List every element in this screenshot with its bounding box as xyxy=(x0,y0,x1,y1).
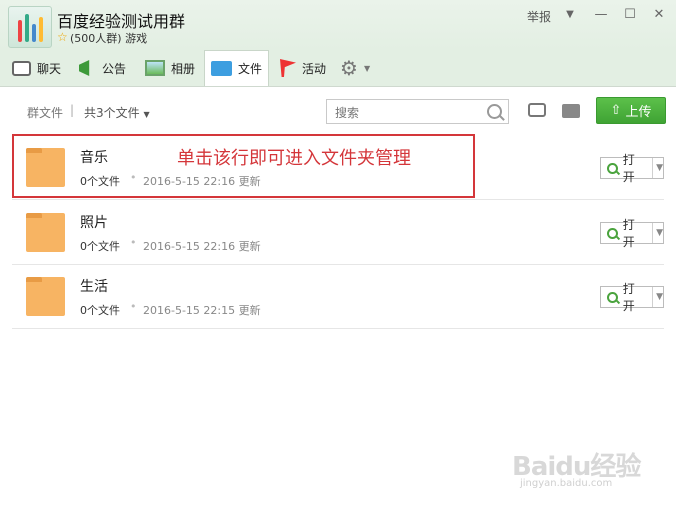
dot-separator: • xyxy=(130,236,137,249)
tab-announcement[interactable]: 公告 xyxy=(79,50,126,86)
chevron-down-icon: ▼ xyxy=(143,110,150,119)
star-icon: ☆ xyxy=(57,30,68,44)
file-count-dropdown[interactable]: 共3个文件 ▼ xyxy=(84,104,150,121)
folder-icon xyxy=(26,277,65,316)
divider xyxy=(652,287,654,307)
report-button[interactable]: 举报 xyxy=(527,8,551,25)
open-button[interactable]: 打开 ▼ xyxy=(600,153,664,184)
annotation-text: 单击该行即可进入文件夹管理 xyxy=(177,148,411,169)
close-icon[interactable]: ✕ xyxy=(650,6,668,24)
file-count: 0个文件 xyxy=(80,240,120,253)
search-input[interactable] xyxy=(333,101,477,125)
tab-chat[interactable]: 聊天 xyxy=(12,50,61,86)
group-avatar[interactable] xyxy=(8,6,52,48)
group-subtitle: (500人群) 游戏 xyxy=(70,32,148,45)
search-icon xyxy=(607,227,618,239)
tab-activity-label: 活动 xyxy=(302,61,327,76)
flag-icon xyxy=(280,59,296,77)
open-label: 打开 xyxy=(622,282,635,313)
breadcrumb-separator: | xyxy=(70,103,75,117)
tab-bar: 聊天 公告 相册 文件 活动 ⚙ ▼ xyxy=(0,50,676,87)
settings-menu[interactable]: ⚙ ▼ xyxy=(340,50,370,86)
gear-icon: ⚙ xyxy=(340,56,358,80)
open-button[interactable]: 打开 ▼ xyxy=(600,218,664,249)
file-date: 2016-5-15 22:15 更新 xyxy=(143,304,261,317)
search-icon[interactable] xyxy=(487,104,502,119)
maximize-icon[interactable]: ☐ xyxy=(621,6,639,24)
transfer-manager-icon[interactable] xyxy=(528,103,546,117)
menu-chevron-icon[interactable]: ▼ xyxy=(561,6,579,24)
file-date: 2016-5-15 22:16 更新 xyxy=(143,240,261,253)
folder-tab-icon xyxy=(211,61,232,76)
chevron-down-icon[interactable]: ▼ xyxy=(656,228,663,238)
photo-icon xyxy=(145,60,165,76)
minimize-icon[interactable]: — xyxy=(592,6,610,24)
open-label: 打开 xyxy=(622,153,635,184)
tab-files-label: 文件 xyxy=(238,62,263,76)
megaphone-icon xyxy=(79,60,90,76)
divider xyxy=(652,223,654,243)
tab-files[interactable]: 文件 xyxy=(204,50,270,86)
upload-label: 上传 xyxy=(625,105,652,120)
upload-button[interactable]: ⇧ 上传 xyxy=(596,97,666,124)
watermark-url: jingyan.baidu.com xyxy=(520,478,613,489)
chat-bubble-icon xyxy=(12,60,31,76)
divider xyxy=(652,158,654,178)
chevron-down-icon[interactable]: ▼ xyxy=(656,163,663,173)
open-button[interactable]: 打开 ▼ xyxy=(600,282,664,313)
search-icon xyxy=(607,162,618,174)
breadcrumb-group-files[interactable]: 群文件 xyxy=(27,104,63,121)
tab-album-label: 相册 xyxy=(171,61,196,76)
search-icon xyxy=(607,291,618,303)
upload-icon: ⇧ xyxy=(610,103,622,118)
file-name: 照片 xyxy=(80,215,108,231)
file-count-label: 共3个文件 xyxy=(84,106,140,120)
tab-chat-label: 聊天 xyxy=(37,61,62,76)
new-folder-icon[interactable] xyxy=(562,104,580,118)
dot-separator: • xyxy=(130,300,137,313)
chevron-down-icon[interactable]: ▼ xyxy=(656,292,663,302)
tab-announcement-label: 公告 xyxy=(102,61,127,76)
tab-album[interactable]: 相册 xyxy=(145,50,195,86)
file-row[interactable]: 生活 0个文件 • 2016-5-15 22:15 更新 打开 ▼ xyxy=(12,264,664,329)
open-label: 打开 xyxy=(622,218,635,249)
group-name: 百度经验测试用群 xyxy=(57,12,186,31)
folder-icon xyxy=(26,213,65,252)
file-row[interactable]: 照片 0个文件 • 2016-5-15 22:16 更新 打开 ▼ xyxy=(12,200,664,265)
settings-chevron-icon: ▼ xyxy=(363,63,371,73)
search-box xyxy=(326,99,509,125)
tab-activity[interactable]: 活动 xyxy=(280,50,326,86)
file-count: 0个文件 xyxy=(80,304,120,317)
title-bar: 百度经验测试用群 ☆ (500人群) 游戏 举报 ▼ — ☐ ✕ xyxy=(0,0,676,50)
file-name: 生活 xyxy=(80,279,108,295)
